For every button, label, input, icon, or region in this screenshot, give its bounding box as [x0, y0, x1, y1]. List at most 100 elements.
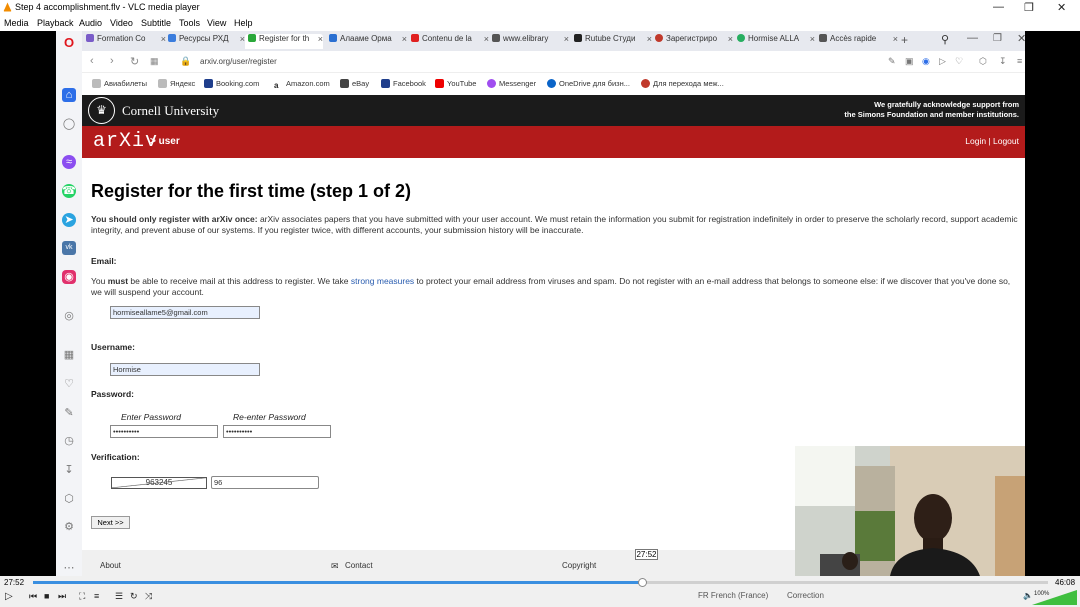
cornell-name[interactable]: Cornell University — [122, 103, 219, 119]
tab-9[interactable]: Hormise ALLA × — [737, 34, 815, 49]
share-icon[interactable]: ✎ — [888, 56, 896, 67]
tab-10[interactable]: Accès rapide × — [819, 34, 898, 49]
instagram-icon[interactable]: ◉ — [62, 270, 76, 284]
vk-icon[interactable]: vk — [62, 241, 76, 255]
favorite-heart-icon[interactable]: ♡ — [955, 56, 963, 67]
extensions-icon[interactable]: ⬡ — [62, 492, 76, 506]
password-field[interactable]: •••••••••• — [110, 425, 218, 438]
more-icon[interactable]: ⋯ — [62, 561, 76, 575]
opera-logo-icon[interactable]: O — [62, 36, 76, 50]
tab-close-icon[interactable]: × — [893, 34, 898, 44]
tab-1[interactable]: Formation Co × — [86, 34, 166, 49]
tab-close-icon[interactable]: × — [484, 34, 489, 44]
tab-5[interactable]: Contenu de la × — [411, 34, 489, 49]
tab-close-icon[interactable]: × — [810, 34, 815, 44]
downloads-icon[interactable]: ↧ — [999, 56, 1007, 67]
menu-tools[interactable]: Tools — [179, 18, 200, 28]
browser-close-icon[interactable]: ✕ — [1017, 32, 1026, 45]
cornell-seal-icon[interactable]: ♛ — [88, 97, 115, 124]
menu-view[interactable]: View — [207, 18, 226, 28]
stop-icon[interactable]: ■ — [44, 591, 49, 601]
back-icon[interactable]: ‹ — [90, 55, 94, 67]
playlist-icon[interactable]: ☰ — [115, 591, 123, 602]
next-icon[interactable]: ⏭ — [58, 591, 66, 602]
home-icon[interactable]: ⌂ — [62, 88, 76, 102]
settings-icon[interactable]: ⚙ — [62, 520, 76, 534]
edit-icon[interactable]: ✎ — [62, 406, 76, 420]
tab-close-icon[interactable]: × — [647, 34, 652, 44]
loop-icon[interactable]: ↻ — [130, 591, 138, 602]
heart-icon[interactable]: ♡ — [62, 377, 76, 391]
fullscreen-icon[interactable]: ⛶ — [79, 591, 85, 602]
search-tabs-icon[interactable]: ⚲ — [941, 33, 949, 46]
bookmark-item[interactable]: Яндекс — [158, 79, 195, 88]
forward-icon[interactable]: › — [110, 55, 114, 67]
tab-close-icon[interactable]: × — [402, 34, 407, 44]
subtitle-language[interactable]: FR French (France) — [698, 591, 768, 600]
minimize-icon[interactable]: — — [993, 1, 1004, 13]
bookmark-item[interactable]: Booking.com — [204, 79, 259, 88]
password-confirm-field[interactable]: •••••••••• — [223, 425, 331, 438]
send-icon[interactable]: ▷ — [939, 56, 946, 67]
correction-item[interactable]: Correction — [787, 591, 824, 600]
maximize-icon[interactable]: ❐ — [1024, 1, 1034, 14]
tab-3-active[interactable]: Register for th × — [245, 34, 323, 49]
extensions-cube-icon[interactable]: ⬡ — [979, 56, 987, 67]
seek-handle[interactable] — [638, 578, 647, 587]
workspaces-icon[interactable]: ▦ — [62, 348, 76, 362]
bookmark-item[interactable]: eBay — [340, 79, 369, 88]
strong-measures-link[interactable]: strong measures — [351, 276, 414, 286]
acknowledgement[interactable]: We gratefully acknowledge support from t… — [844, 100, 1019, 120]
tab-6[interactable]: www.elibrary × — [492, 34, 569, 49]
tab-7[interactable]: Rutube Студи × — [574, 34, 652, 49]
seek-bar[interactable] — [33, 578, 1048, 587]
menu-lines-icon[interactable]: ≡ — [1017, 56, 1022, 66]
player-icon[interactable]: ◎ — [62, 309, 76, 323]
browser-minimize-icon[interactable]: — — [967, 32, 978, 44]
menu-media[interactable]: Media — [4, 18, 29, 28]
shuffle-icon[interactable]: ⤨ — [145, 591, 152, 602]
bookmark-pin-icon[interactable]: ◯ — [62, 117, 76, 131]
telegram-icon[interactable]: ➤ — [62, 213, 76, 227]
tab-close-icon[interactable]: × — [318, 34, 323, 44]
breadcrumb[interactable]: > user — [150, 136, 180, 147]
bookmark-item[interactable]: Messenger — [487, 79, 536, 88]
tabs-grid-icon[interactable]: ▦ — [150, 56, 159, 67]
footer-contact-link[interactable]: Contact — [345, 561, 373, 570]
previous-icon[interactable]: ⏮ — [29, 591, 37, 602]
url-field[interactable]: arxiv.org/user/register — [200, 57, 277, 66]
bookmark-item[interactable]: Для перехода меж... — [641, 79, 724, 88]
browser-maximize-icon[interactable]: ❐ — [993, 33, 1002, 44]
history-icon[interactable]: ◷ — [62, 434, 76, 448]
bookmark-item[interactable]: Авиабилеты — [92, 79, 147, 88]
menu-video[interactable]: Video — [110, 18, 133, 28]
menu-subtitle[interactable]: Subtitle — [141, 18, 171, 28]
tab-8[interactable]: Зарегистриро × — [655, 34, 733, 49]
menu-audio[interactable]: Audio — [79, 18, 102, 28]
bookmark-item[interactable]: Facebook — [381, 79, 426, 88]
tab-close-icon[interactable]: × — [564, 34, 569, 44]
tab-2[interactable]: Ресурсы РХД × — [168, 34, 245, 49]
bookmark-item[interactable]: YouTube — [435, 79, 476, 88]
whatsapp-icon[interactable]: ☎ — [62, 184, 76, 198]
tab-close-icon[interactable]: × — [728, 34, 733, 44]
vpn-icon[interactable]: ◉ — [922, 56, 930, 67]
reload-icon[interactable]: ↻ — [130, 55, 139, 68]
verification-field[interactable]: 96 — [211, 476, 319, 489]
login-logout-links[interactable]: Login | Logout — [965, 136, 1019, 146]
menu-help[interactable]: Help — [234, 18, 253, 28]
messenger-icon[interactable]: ≈ — [62, 155, 76, 169]
footer-copyright-link[interactable]: Copyright — [562, 561, 596, 570]
snapshot-icon[interactable]: ▣ — [905, 56, 914, 67]
email-field[interactable]: hormiseallame5@gmail.com — [110, 306, 260, 319]
play-icon[interactable]: ▷ — [5, 591, 13, 602]
tab-4[interactable]: Алаамe Орма × — [329, 34, 407, 49]
menu-playback[interactable]: Playback — [37, 18, 74, 28]
username-field[interactable]: Hormise — [110, 363, 260, 376]
close-icon[interactable]: ✕ — [1057, 1, 1066, 14]
new-tab-icon[interactable]: + — [901, 33, 908, 47]
footer-about-link[interactable]: About — [100, 561, 121, 570]
tab-close-icon[interactable]: × — [161, 34, 166, 44]
bookmark-item[interactable]: a Amazon.com — [274, 79, 330, 90]
bookmark-item[interactable]: OneDrive для бизн... — [547, 79, 630, 88]
